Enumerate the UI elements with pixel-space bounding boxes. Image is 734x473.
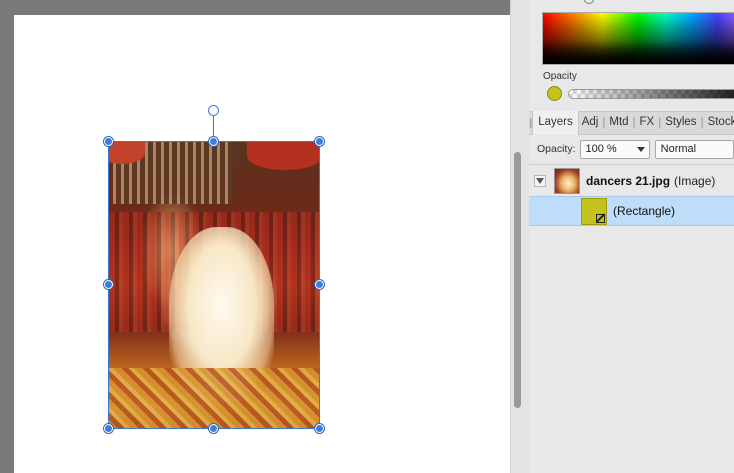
resize-handle-top-left[interactable] (104, 137, 113, 146)
resize-handle-bottom-left[interactable] (104, 424, 113, 433)
layer-opacity-label: Opacity: (537, 143, 576, 155)
clip-mask-icon (596, 213, 605, 223)
layer-opacity-select[interactable]: 100 % (579, 139, 650, 159)
expand-toggle-icon[interactable] (534, 174, 546, 187)
color-spectrum[interactable] (542, 12, 734, 65)
layers-tabbar: || Layers Adj | Mtd | FX | Styles | Stoc… (529, 111, 734, 135)
selection-bounding-box (108, 141, 320, 429)
canvas-area[interactable] (0, 0, 510, 473)
right-panels: Opacity || Layers Adj | Mtd | FX | Style… (529, 0, 734, 473)
layer-row-image[interactable]: dancers 21.jpg (Image) (529, 165, 734, 196)
tab-adjustments[interactable]: Adj (579, 111, 602, 135)
tab-effects[interactable]: FX (637, 111, 658, 135)
layers-list: dancers 21.jpg (Image) (Rectangle) (529, 164, 734, 473)
resize-handle-bottom-right[interactable] (315, 424, 324, 433)
resize-handle-left[interactable] (104, 280, 113, 289)
layer-type: (Image) (674, 173, 716, 188)
color-opacity-slider[interactable] (568, 89, 734, 99)
tab-layers[interactable]: Layers (532, 111, 579, 135)
tab-stock[interactable]: Stock (705, 111, 734, 135)
layer-name: dancers 21.jpg (586, 173, 671, 188)
resize-handle-top[interactable] (209, 137, 218, 146)
resize-handle-right[interactable] (315, 280, 324, 289)
tab-styles[interactable]: Styles (662, 111, 699, 135)
scrollbar-thumb[interactable] (514, 152, 521, 408)
layer-opacity-value: 100 % (585, 143, 617, 155)
color-slider-knob[interactable] (584, 0, 594, 4)
tab-metadata[interactable]: Mtd (606, 111, 631, 135)
layer-row-rectangle[interactable]: (Rectangle) (529, 196, 734, 226)
layer-name: (Rectangle) (613, 204, 676, 218)
rotation-handle[interactable] (208, 105, 219, 116)
resize-handle-top-right[interactable] (315, 137, 324, 146)
blend-mode-select[interactable]: Normal (654, 139, 734, 159)
blend-mode-value: Normal (660, 143, 697, 155)
color-opacity-label: Opacity (543, 71, 577, 82)
resize-handle-bottom[interactable] (209, 424, 218, 433)
layer-controls: Opacity: 100 % Normal (529, 138, 734, 160)
chevron-down-icon (636, 146, 645, 152)
color-swatch[interactable] (547, 86, 562, 101)
layer-thumbnail-rectangle (581, 197, 607, 225)
layer-thumbnail-image (554, 167, 580, 194)
